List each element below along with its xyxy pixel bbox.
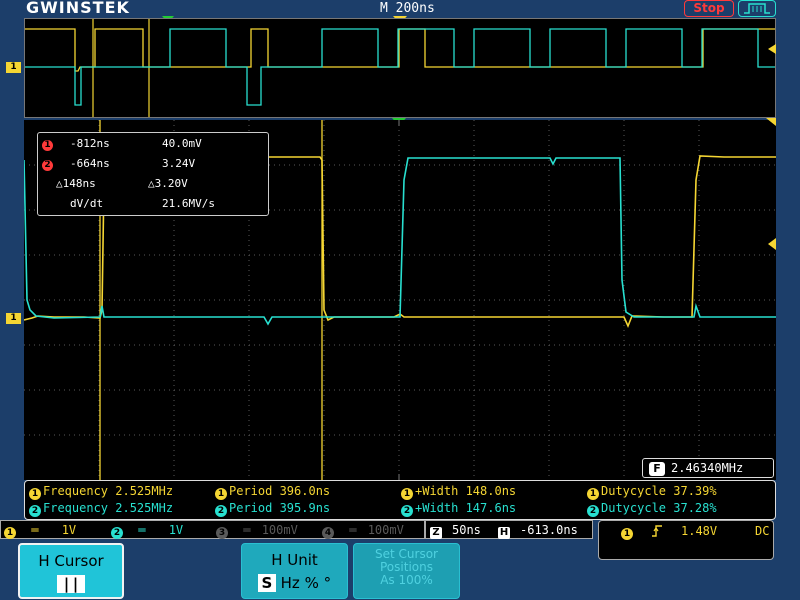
ch2-width: +Width 147.6ns	[415, 501, 517, 515]
position-badge: H	[498, 527, 510, 539]
cursor-readout-panel: 1 -812ns 40.0mV 2 -664ns 3.24V △148ns △3…	[37, 132, 269, 216]
overview-ch1-ground-marker[interactable]: 1	[6, 62, 21, 73]
h-unit-selected: S	[257, 574, 276, 592]
horizontal-position: -613.0ns	[520, 523, 578, 537]
trigger-level: 1.48V	[681, 524, 718, 538]
zoom-badge: Z	[430, 527, 442, 539]
h-unit-options: Hz % °	[280, 574, 332, 592]
trigger-status-icon	[738, 0, 776, 17]
trigger-source-badge: 1	[621, 528, 633, 540]
h-cursor-softkey[interactable]: H Cursor ||	[18, 543, 124, 599]
cursor2-voltage: 3.24V	[162, 157, 196, 170]
ch1-status[interactable]: 1 ═ 1V	[4, 522, 76, 539]
ch1-dutycycle: Dutycycle 37.39%	[601, 484, 717, 498]
horizontal-status: Z 50ns H -613.0ns	[425, 520, 593, 539]
delta-voltage: △3.20V	[148, 177, 188, 190]
cursor2-badge: 2	[42, 160, 53, 171]
h-unit-label: H Unit	[271, 551, 318, 569]
h-cursor-label: H Cursor	[38, 552, 104, 570]
ch2-status[interactable]: 2 ═ 1V	[111, 522, 183, 539]
cursor2-time: -664ns	[70, 157, 110, 170]
run-stop-status[interactable]: Stop	[684, 0, 734, 17]
ch1-frequency: Frequency 2.525MHz	[43, 484, 174, 498]
overview-trigger-level-marker	[766, 44, 776, 54]
ch1-period: Period 396.0ns	[229, 484, 331, 498]
ch2-period: Period 395.9ns	[229, 501, 331, 515]
overview-waveform-window[interactable]	[24, 18, 776, 118]
trigger-level-top-marker	[766, 118, 776, 127]
set-cursor-positions-softkey[interactable]: Set Cursor Positions As 100%	[353, 543, 460, 599]
measurement-panel: 1 Frequency 2.525MHz 1 Period 396.0ns 1 +Wi…	[24, 480, 776, 520]
cursor1-time: -812ns	[70, 137, 110, 150]
h-cursor-selection: ||	[57, 575, 85, 593]
trigger-coupling: DC	[755, 524, 770, 538]
ch3-status[interactable]: 3 ═ 100mV	[216, 522, 298, 539]
h-unit-softkey[interactable]: H Unit S Hz % °	[241, 543, 348, 599]
ch2-dutycycle: Dutycycle 37.28%	[601, 501, 717, 515]
rising-edge-icon	[651, 524, 663, 538]
frequency-counter: F 2.46340MHz	[642, 458, 774, 478]
ch1-width: +Width 148.0ns	[415, 484, 517, 498]
timebase-readout: M 200ns	[380, 1, 435, 16]
frequency-counter-value: 2.46340MHz	[671, 461, 744, 475]
ch4-status[interactable]: 4 ═ 100mV	[322, 522, 404, 539]
trigger-status-panel: 1 1.48V DC	[598, 520, 774, 560]
zoom-timebase: 50ns	[452, 523, 481, 537]
cursor1-voltage: 40.0mV	[162, 137, 202, 150]
trigger-level-marker[interactable]	[766, 238, 776, 250]
channel-status-bar: 1 ═ 1V 2 ═ 1V 3 ═ 100mV 4 ═ 100mV	[0, 520, 425, 539]
brand-logo: GWINSTEK	[26, 0, 130, 17]
slope-label: dV/dt	[70, 197, 104, 210]
ch2-frequency: Frequency 2.525MHz	[43, 501, 174, 515]
ch1-ground-marker[interactable]: 1	[6, 313, 21, 324]
frequency-counter-badge: F	[649, 462, 665, 476]
cursor1-badge: 1	[42, 140, 53, 151]
slope-value: 21.6MV/s	[162, 197, 215, 210]
overview-waveforms	[25, 19, 775, 117]
delta-time: △148ns	[56, 177, 96, 190]
